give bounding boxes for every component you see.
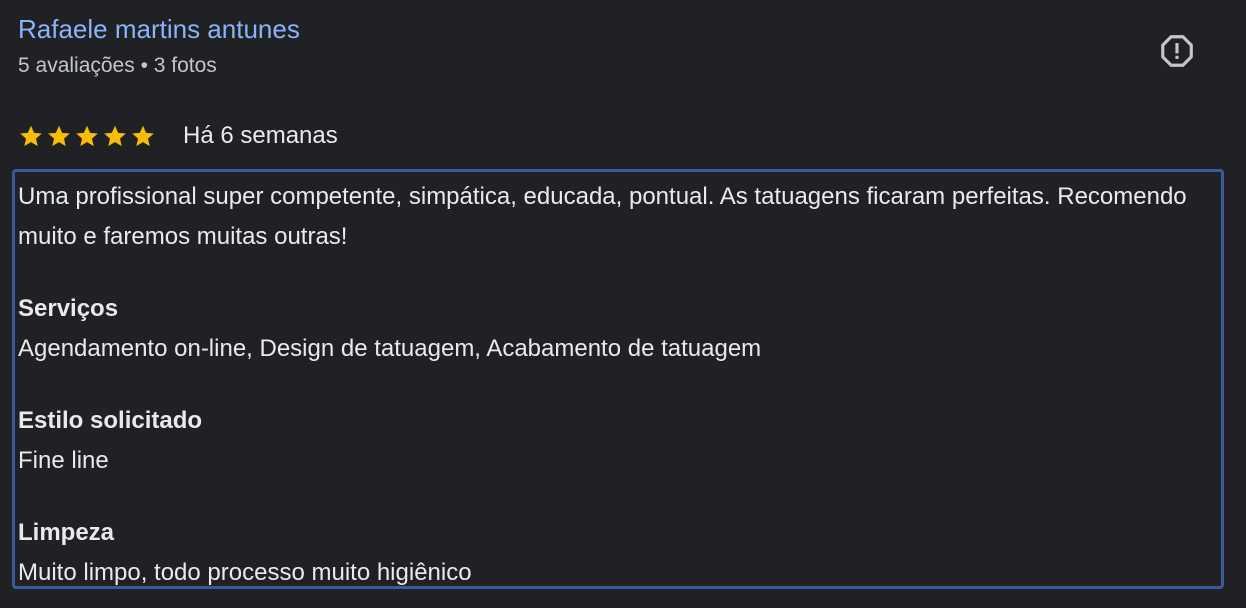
section-title: Estilo solicitado (18, 407, 203, 434)
star-icon (76, 125, 98, 147)
author-name-link[interactable]: Rafaele martins antunes (18, 12, 300, 46)
review-body[interactable]: Uma profissional super competente, simpá… (12, 169, 1224, 589)
review-section-cleanliness: Limpeza Muito limpo, todo processo muito… (18, 513, 1221, 593)
section-value: Agendamento on-line, Design de tatuagem,… (18, 335, 762, 362)
star-icon (48, 125, 70, 147)
review-text: Uma profissional super competente, simpá… (18, 183, 1187, 250)
section-value: Fine line (18, 447, 109, 474)
report-flag-icon (1161, 35, 1193, 67)
star-rating (18, 123, 156, 149)
rating-row: Há 6 semanas (18, 118, 338, 154)
review-date: Há 6 semanas (183, 122, 338, 149)
review-section-style: Estilo solicitado Fine line (18, 401, 1221, 481)
review-section-services: Serviços Agendamento on-line, Design de … (18, 289, 1221, 369)
section-value: Muito limpo, todo processo muito higiêni… (18, 559, 472, 586)
author-meta: 5 avaliações • 3 fotos (18, 54, 217, 77)
report-review-button[interactable] (1156, 30, 1198, 72)
review-card: Rafaele martins antunes 5 avaliações • 3… (0, 0, 1246, 608)
star-icon (20, 125, 42, 147)
star-icon (132, 125, 154, 147)
section-title: Serviços (18, 295, 119, 322)
section-title: Limpeza (18, 519, 115, 546)
star-icon (104, 125, 126, 147)
